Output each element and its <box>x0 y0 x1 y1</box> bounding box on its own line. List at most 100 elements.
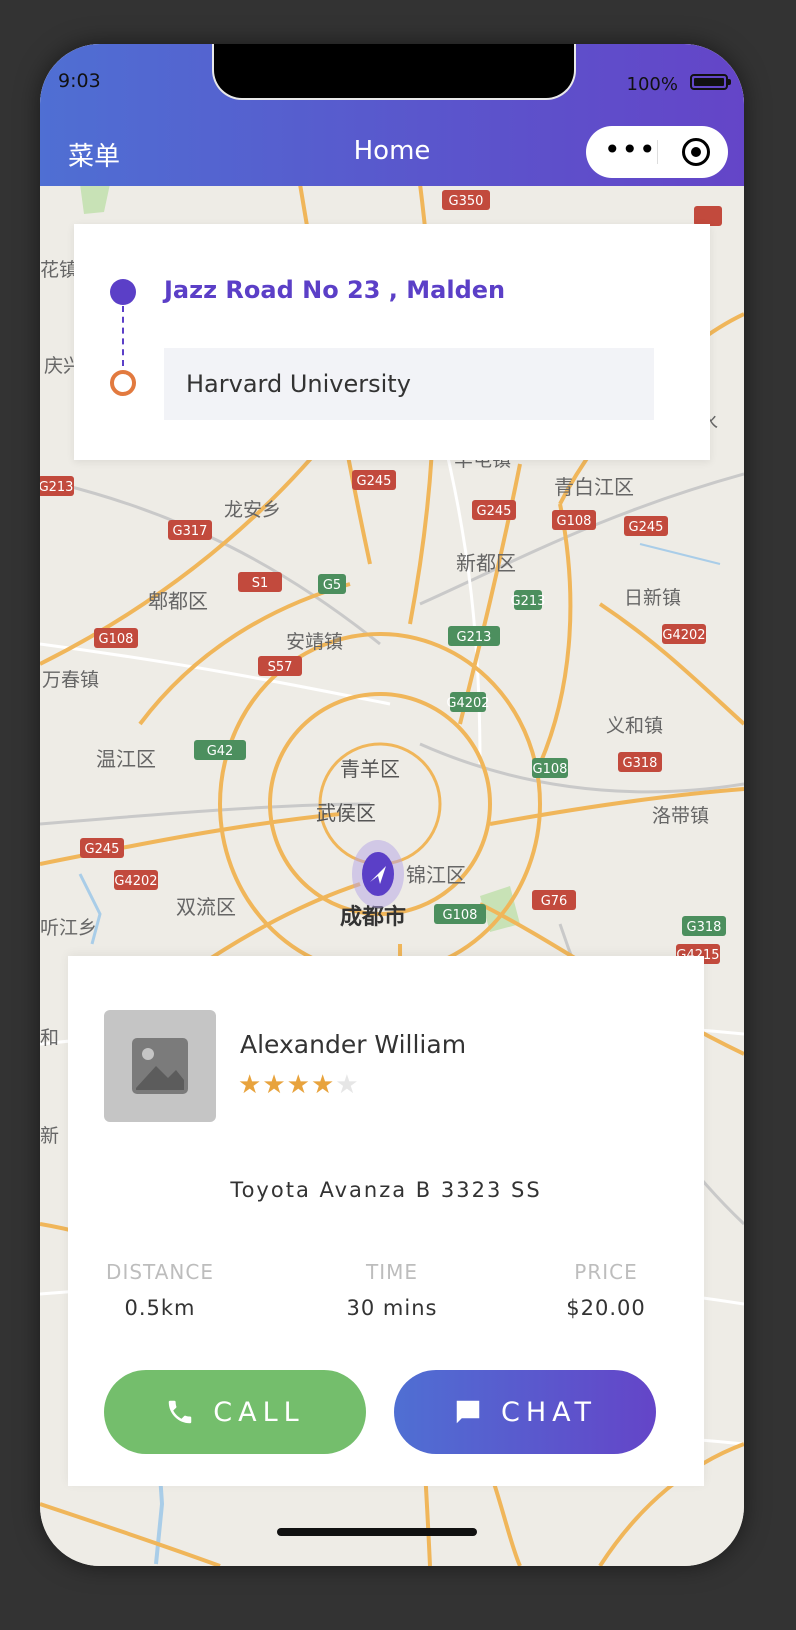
battery-icon <box>690 74 731 90</box>
svg-text:G318: G318 <box>687 920 722 935</box>
highway-shield: G213 <box>448 626 500 646</box>
map-label: 温江区 <box>96 747 156 771</box>
nav-header: 9:03 100% 菜单 Home ••• <box>40 44 744 186</box>
map-label: 青羊区 <box>340 757 400 781</box>
highway-shield: G317 <box>168 520 212 540</box>
map-label: 新 <box>40 1125 59 1147</box>
svg-text:G245: G245 <box>629 520 664 535</box>
call-label: CALL <box>213 1396 305 1428</box>
svg-text:G4202: G4202 <box>446 696 489 711</box>
destination-input[interactable] <box>164 348 654 420</box>
mini-program-capsule: ••• <box>586 126 728 178</box>
svg-text:G42: G42 <box>207 744 234 759</box>
star-icon: ★ <box>238 1070 263 1100</box>
map-label: 龙安乡 <box>224 499 281 521</box>
more-dots-icon[interactable]: ••• <box>604 132 657 168</box>
map-label: 万春镇 <box>42 669 99 691</box>
highway-shield: G108 <box>94 628 138 648</box>
highway-shield: G76 <box>532 890 576 910</box>
map-label: 和 <box>40 1027 59 1049</box>
map-label: 洛带镇 <box>652 805 709 827</box>
star-icon: ★ <box>262 1070 287 1100</box>
map-label: 新都区 <box>456 551 516 575</box>
route-card: Jazz Road No 23 , Malden <box>74 224 710 460</box>
highway-shield: G4202 <box>114 870 158 890</box>
highway-shield: G213 <box>511 590 546 610</box>
route-connector <box>122 306 124 366</box>
stat-value: 0.5km <box>124 1296 196 1320</box>
stat-label: TIME <box>365 1260 418 1284</box>
phone-icon <box>169 1400 192 1424</box>
svg-text:G4202: G4202 <box>662 628 705 643</box>
highway-shield: S1 <box>238 572 282 592</box>
chat-label: CHAT <box>500 1396 598 1428</box>
highway-shield: G245 <box>472 500 516 520</box>
svg-text:S1: S1 <box>252 576 269 591</box>
stat-label: DISTANCE <box>106 1260 214 1284</box>
phone-frame: 花镇 庆兴 罕屯镇 青白江区 龙安乡 新都区 郫都区 日新镇 安靖镇 万春镇 义… <box>40 44 744 1566</box>
map-label: 锦江区 <box>406 863 466 887</box>
map-label: 青白江区 <box>554 475 634 499</box>
highway-shield: G5 <box>318 574 346 594</box>
avatar <box>104 1010 216 1122</box>
origin-dot-icon <box>110 279 136 305</box>
map-label: 日新镇 <box>624 587 681 609</box>
svg-text:G213: G213 <box>511 594 546 609</box>
target-icon[interactable] <box>682 138 710 166</box>
highway-shield: G350 <box>442 190 490 210</box>
device-notch <box>212 44 576 100</box>
svg-text:G5: G5 <box>323 578 341 593</box>
star-icon: ★ <box>310 1070 336 1100</box>
svg-text:G108: G108 <box>557 514 592 529</box>
highway-shield <box>694 206 722 226</box>
star-empty-icon: ★ <box>335 1070 360 1100</box>
map-label: 郫都区 <box>148 589 208 613</box>
highway-shield: G4202 <box>446 692 490 712</box>
svg-text:G350: G350 <box>449 194 484 209</box>
map-label: 成都市 <box>340 904 406 930</box>
destination-ring-icon <box>110 370 136 396</box>
map-label: 双流区 <box>176 895 236 919</box>
highway-shield: G4202 <box>662 624 706 644</box>
call-button[interactable]: CALL <box>104 1370 366 1454</box>
svg-text:G76: G76 <box>541 894 568 909</box>
svg-text:G4202: G4202 <box>114 874 157 889</box>
highway-shield: G318 <box>682 916 726 936</box>
svg-text:G317: G317 <box>173 524 208 539</box>
svg-text:G108: G108 <box>99 632 134 647</box>
highway-shield: G108 <box>434 904 486 924</box>
svg-text:G245: G245 <box>85 842 120 857</box>
home-indicator[interactable] <box>277 1528 477 1536</box>
rating-stars: ★★★★★ <box>238 1070 360 1100</box>
highway-shield: G245 <box>352 470 396 490</box>
svg-text:G108: G108 <box>443 908 478 923</box>
map-label: 义和镇 <box>606 715 663 737</box>
stat-label: PRICE <box>574 1260 638 1284</box>
svg-text:G213: G213 <box>457 630 492 645</box>
image-placeholder-icon <box>132 1038 188 1094</box>
chat-button[interactable]: CHAT <box>394 1370 656 1454</box>
map-label: 听江乡 <box>40 917 97 939</box>
highway-shield: G42 <box>194 740 246 760</box>
highway-shield: G108 <box>532 758 568 778</box>
vehicle-info: Toyota Avanza B 3323 SS <box>230 1178 542 1202</box>
highway-shield: S57 <box>258 656 302 676</box>
stat-price: PRICE $20.00 <box>506 1260 706 1320</box>
map-label: 花镇 <box>40 259 78 281</box>
location-pin-icon <box>352 840 404 908</box>
svg-text:G108: G108 <box>533 762 568 777</box>
stat-time: TIME 30 mins <box>292 1260 492 1320</box>
svg-text:G245: G245 <box>477 504 512 519</box>
highway-shield: G108 <box>552 510 596 530</box>
stat-distance: DISTANCE 0.5km <box>60 1260 260 1320</box>
origin-address[interactable]: Jazz Road No 23 , Malden <box>164 276 505 304</box>
status-time: 9:03 <box>58 70 101 92</box>
driver-name: Alexander William <box>240 1030 467 1059</box>
highway-shield: G245 <box>80 838 124 858</box>
map-label: 安靖镇 <box>286 631 343 653</box>
capsule-divider <box>657 140 658 164</box>
chat-bubble-icon <box>456 1400 480 1424</box>
highway-shield: G213 <box>40 476 74 496</box>
battery-percent: 100% <box>626 74 678 95</box>
svg-text:S57: S57 <box>268 660 293 675</box>
